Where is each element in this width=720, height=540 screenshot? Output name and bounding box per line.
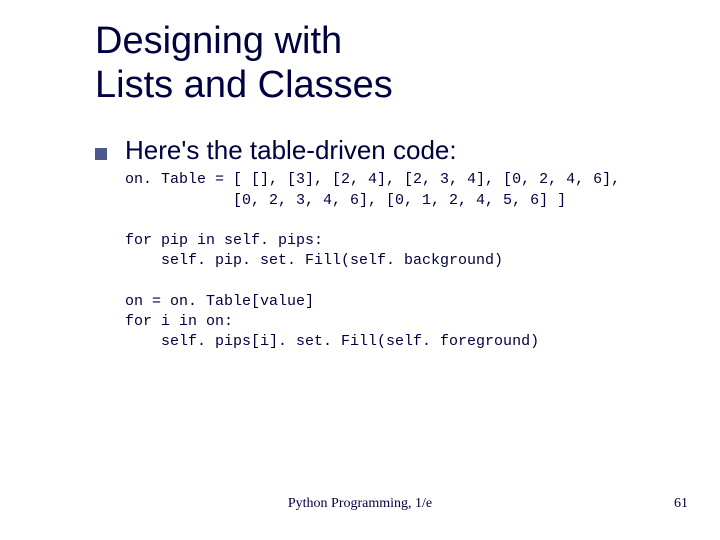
title-line-2: Lists and Classes (95, 64, 393, 106)
code-block: on. Table = [ [], [3], [2, 4], [2, 3, 4]… (125, 170, 660, 352)
bullet-square-icon (95, 148, 107, 160)
slide: Designing with Lists and Classes Here's … (0, 0, 720, 540)
bullet-text: Here's the table-driven code: (125, 135, 457, 166)
title-line-1: Designing with (95, 20, 342, 62)
footer-book-title: Python Programming, 1/e (0, 496, 720, 512)
slide-title: Designing with Lists and Classes (95, 20, 660, 107)
page-number: 61 (674, 496, 688, 512)
bullet-item: Here's the table-driven code: (95, 135, 660, 166)
